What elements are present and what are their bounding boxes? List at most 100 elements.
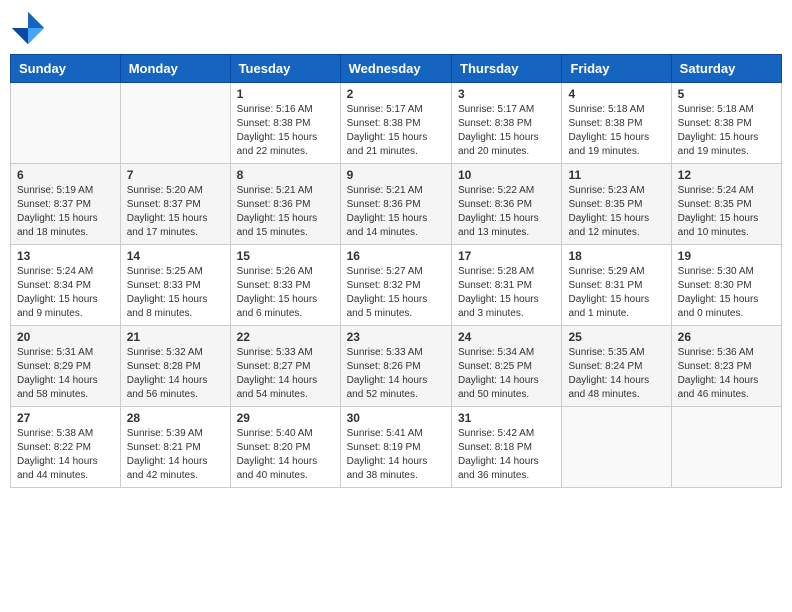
calendar-cell: 26 Sunrise: 5:36 AM Sunset: 8:23 PM Dayli… (671, 326, 781, 407)
day-info: Sunrise: 5:31 AM Sunset: 8:29 PM Dayligh… (17, 346, 114, 402)
day-info: Sunrise: 5:25 AM Sunset: 8:33 PM Dayligh… (127, 265, 224, 321)
day-info: Sunrise: 5:33 AM Sunset: 8:27 PM Dayligh… (237, 346, 334, 402)
day-number: 12 (678, 168, 775, 182)
calendar-cell: 21Sunrise: 5:32 AM Sunset: 8:28 PM Dayli… (120, 326, 230, 407)
calendar-cell: 14 Sunrise: 5:25 AM Sunset: 8:33 PM Dayli… (120, 245, 230, 326)
page-header (10, 10, 782, 46)
day-info: Sunrise: 5:38 AM Sunset: 8:22 PM Dayligh… (17, 427, 114, 483)
day-number: 26 (678, 330, 775, 344)
day-info: Sunrise: 5:24 AM Sunset: 8:35 PM Dayligh… (678, 184, 775, 240)
day-number: 18 (568, 249, 664, 263)
day-number: 29 (237, 411, 334, 425)
calendar-table: SundayMondayTuesdayWednesdayThursdayFrid… (10, 54, 782, 488)
day-info: Sunrise: 5:22 AM Sunset: 8:36 PM Dayligh… (458, 184, 555, 240)
calendar-week-row: 13 Sunrise: 5:24 AM Sunset: 8:34 PM Dayli… (11, 245, 782, 326)
day-number: 24 (458, 330, 555, 344)
logo-icon (10, 10, 46, 46)
weekday-header-row: SundayMondayTuesdayWednesdayThursdayFrid… (11, 55, 782, 83)
calendar-cell: 2 Sunrise: 5:17 AM Sunset: 8:38 PM Daylig… (340, 83, 451, 164)
weekday-header: Tuesday (230, 55, 340, 83)
day-number: 23 (347, 330, 445, 344)
calendar-cell: 16 Sunrise: 5:27 AM Sunset: 8:32 PM Dayli… (340, 245, 451, 326)
day-number: 4 (568, 87, 664, 101)
calendar-cell (120, 83, 230, 164)
calendar-cell: 20 Sunrise: 5:31 AM Sunset: 8:29 PM Dayli… (11, 326, 121, 407)
day-info: Sunrise: 5:19 AM Sunset: 8:37 PM Dayligh… (17, 184, 114, 240)
day-number: 7 (127, 168, 224, 182)
day-number: 15 (237, 249, 334, 263)
day-info: Sunrise: 5:28 AM Sunset: 8:31 PM Dayligh… (458, 265, 555, 321)
calendar-week-row: 27 Sunrise: 5:38 AM Sunset: 8:22 PM Dayli… (11, 407, 782, 488)
calendar-cell: 5Sunrise: 5:18 AM Sunset: 8:38 PM Daylig… (671, 83, 781, 164)
calendar-cell: 17 Sunrise: 5:28 AM Sunset: 8:31 PM Dayli… (452, 245, 562, 326)
day-number: 11 (568, 168, 664, 182)
day-number: 30 (347, 411, 445, 425)
day-info: Sunrise: 5:33 AM Sunset: 8:26 PM Dayligh… (347, 346, 445, 402)
calendar-cell: 13 Sunrise: 5:24 AM Sunset: 8:34 PM Dayli… (11, 245, 121, 326)
day-number: 5 (678, 87, 775, 101)
weekday-header: Friday (562, 55, 671, 83)
calendar-week-row: 20 Sunrise: 5:31 AM Sunset: 8:29 PM Dayli… (11, 326, 782, 407)
weekday-header: Saturday (671, 55, 781, 83)
weekday-header: Thursday (452, 55, 562, 83)
day-number: 31 (458, 411, 555, 425)
calendar-cell: 31 Sunrise: 5:42 AM Sunset: 8:18 PM Dayli… (452, 407, 562, 488)
calendar-cell: 3Sunrise: 5:17 AM Sunset: 8:38 PM Daylig… (452, 83, 562, 164)
day-info: Sunrise: 5:24 AM Sunset: 8:34 PM Dayligh… (17, 265, 114, 321)
day-info: Sunrise: 5:36 AM Sunset: 8:23 PM Dayligh… (678, 346, 775, 402)
day-info: Sunrise: 5:40 AM Sunset: 8:20 PM Dayligh… (237, 427, 334, 483)
calendar-cell: 28 Sunrise: 5:39 AM Sunset: 8:21 PM Dayli… (120, 407, 230, 488)
calendar-cell: 10Sunrise: 5:22 AM Sunset: 8:36 PM Dayli… (452, 164, 562, 245)
day-number: 27 (17, 411, 114, 425)
day-number: 16 (347, 249, 445, 263)
calendar-cell: 29 Sunrise: 5:40 AM Sunset: 8:20 PM Dayli… (230, 407, 340, 488)
calendar-cell (562, 407, 671, 488)
day-number: 14 (127, 249, 224, 263)
day-info: Sunrise: 5:27 AM Sunset: 8:32 PM Dayligh… (347, 265, 445, 321)
day-number: 22 (237, 330, 334, 344)
calendar-cell: 11 Sunrise: 5:23 AM Sunset: 8:35 PM Dayli… (562, 164, 671, 245)
day-number: 19 (678, 249, 775, 263)
day-number: 13 (17, 249, 114, 263)
day-number: 1 (237, 87, 334, 101)
calendar-cell: 30 Sunrise: 5:41 AM Sunset: 8:19 PM Dayli… (340, 407, 451, 488)
day-info: Sunrise: 5:41 AM Sunset: 8:19 PM Dayligh… (347, 427, 445, 483)
day-info: Sunrise: 5:39 AM Sunset: 8:21 PM Dayligh… (127, 427, 224, 483)
calendar-cell: 15 Sunrise: 5:26 AM Sunset: 8:33 PM Dayli… (230, 245, 340, 326)
weekday-header: Wednesday (340, 55, 451, 83)
weekday-header: Sunday (11, 55, 121, 83)
calendar-cell: 24Sunrise: 5:34 AM Sunset: 8:25 PM Dayli… (452, 326, 562, 407)
day-number: 6 (17, 168, 114, 182)
day-number: 25 (568, 330, 664, 344)
calendar-week-row: 6 Sunrise: 5:19 AM Sunset: 8:37 PM Daylig… (11, 164, 782, 245)
calendar-cell: 7 Sunrise: 5:20 AM Sunset: 8:37 PM Daylig… (120, 164, 230, 245)
day-info: Sunrise: 5:42 AM Sunset: 8:18 PM Dayligh… (458, 427, 555, 483)
day-info: Sunrise: 5:20 AM Sunset: 8:37 PM Dayligh… (127, 184, 224, 240)
calendar-cell (671, 407, 781, 488)
logo (10, 10, 50, 46)
calendar-cell: 9 Sunrise: 5:21 AM Sunset: 8:36 PM Daylig… (340, 164, 451, 245)
calendar-cell (11, 83, 121, 164)
weekday-header: Monday (120, 55, 230, 83)
day-number: 2 (347, 87, 445, 101)
day-number: 17 (458, 249, 555, 263)
day-info: Sunrise: 5:23 AM Sunset: 8:35 PM Dayligh… (568, 184, 664, 240)
calendar-cell: 1Sunrise: 5:16 AM Sunset: 8:38 PM Daylig… (230, 83, 340, 164)
calendar-cell: 6 Sunrise: 5:19 AM Sunset: 8:37 PM Daylig… (11, 164, 121, 245)
day-number: 21 (127, 330, 224, 344)
day-info: Sunrise: 5:21 AM Sunset: 8:36 PM Dayligh… (237, 184, 334, 240)
calendar-cell: 25Sunrise: 5:35 AM Sunset: 8:24 PM Dayli… (562, 326, 671, 407)
calendar-cell: 18Sunrise: 5:29 AM Sunset: 8:31 PM Dayli… (562, 245, 671, 326)
day-info: Sunrise: 5:17 AM Sunset: 8:38 PM Dayligh… (347, 103, 445, 159)
day-number: 8 (237, 168, 334, 182)
day-number: 28 (127, 411, 224, 425)
day-number: 20 (17, 330, 114, 344)
day-info: Sunrise: 5:21 AM Sunset: 8:36 PM Dayligh… (347, 184, 445, 240)
calendar-cell: 27 Sunrise: 5:38 AM Sunset: 8:22 PM Dayli… (11, 407, 121, 488)
calendar-cell: 4Sunrise: 5:18 AM Sunset: 8:38 PM Daylig… (562, 83, 671, 164)
calendar-cell: 8 Sunrise: 5:21 AM Sunset: 8:36 PM Daylig… (230, 164, 340, 245)
calendar-cell: 22 Sunrise: 5:33 AM Sunset: 8:27 PM Dayli… (230, 326, 340, 407)
day-number: 9 (347, 168, 445, 182)
calendar-cell: 12 Sunrise: 5:24 AM Sunset: 8:35 PM Dayli… (671, 164, 781, 245)
day-info: Sunrise: 5:26 AM Sunset: 8:33 PM Dayligh… (237, 265, 334, 321)
